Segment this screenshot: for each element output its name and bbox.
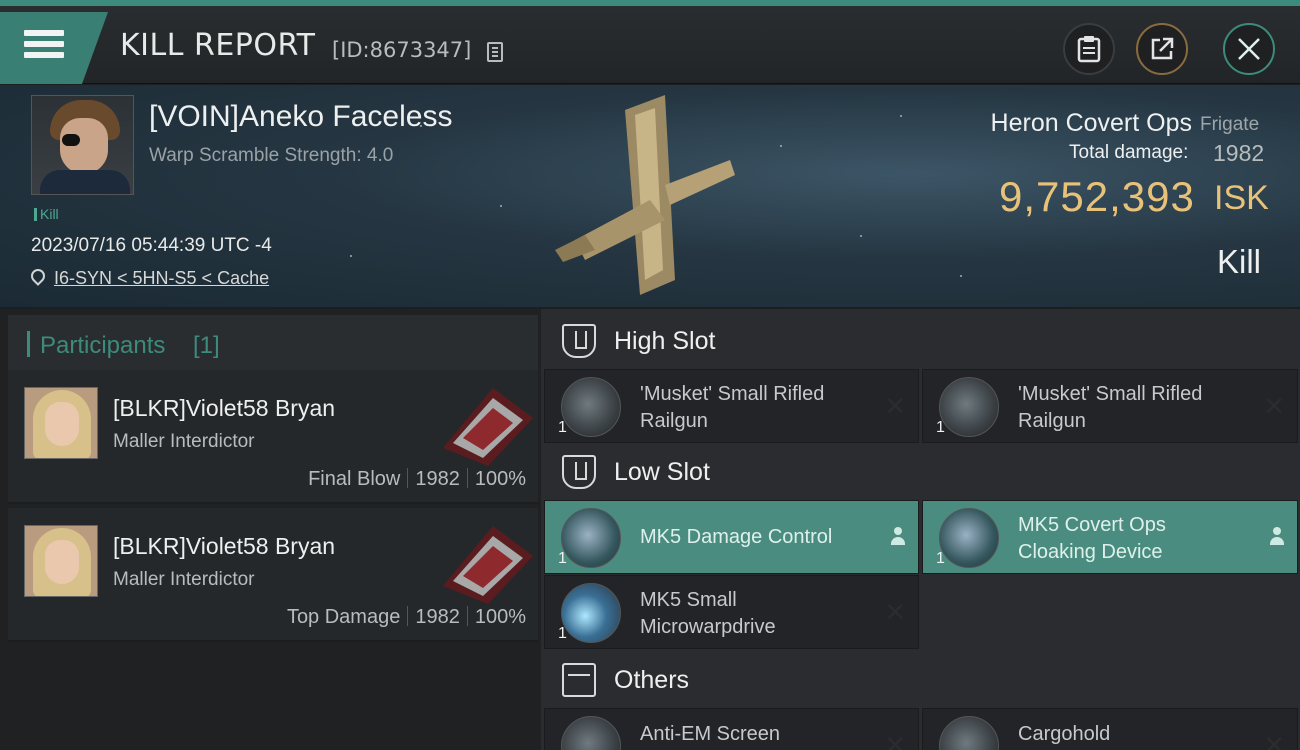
others-label: Others [614, 666, 690, 694]
destroyed-icon: ✕ [884, 730, 906, 750]
total-damage-label: Total damage: [1069, 142, 1189, 163]
participant-ship: Maller Interdictor [113, 569, 255, 590]
participant-damage: 1982 [415, 606, 460, 628]
result-label: Kill [1217, 243, 1262, 280]
module-name: 'Musket' Small Rifled Railgun [1018, 383, 1203, 432]
victim-ship-name: Heron Covert Ops [990, 109, 1192, 137]
destroyed-icon: ✕ [884, 597, 906, 627]
total-damage-value: 1982 [1213, 140, 1265, 166]
railgun-icon [939, 377, 999, 437]
participant-avatar [24, 387, 98, 459]
module-item[interactable]: 1 'Musket' Small Rifled Railgun ✕ [922, 369, 1298, 443]
victim-ship-image [555, 95, 735, 295]
menu-button[interactable] [0, 12, 108, 84]
participant-card[interactable]: [BLKR]Violet58 Bryan Maller Interdictor … [8, 370, 538, 504]
share-button[interactable] [1136, 23, 1188, 75]
low-slot-icon [562, 455, 596, 489]
participants-header: Participants [1] [8, 315, 538, 371]
high-slot-icon [562, 324, 596, 358]
module-item[interactable]: Cargohold ✕ [922, 708, 1298, 750]
kill-location-link[interactable]: I6-SYN < 5HN-S5 < Cache [54, 268, 269, 289]
module-quantity: 1 [558, 419, 567, 436]
participant-card[interactable]: [BLKR]Violet58 Bryan Maller Interdictor … [8, 508, 538, 642]
module-item[interactable]: 1 MK5 Covert Ops Cloaking Device [922, 500, 1298, 574]
victim-name[interactable]: [VOIN]Aneko Faceless [149, 100, 452, 134]
module-quantity: 1 [558, 625, 567, 642]
close-button[interactable] [1223, 23, 1275, 75]
module-item[interactable]: 1 'Musket' Small Rifled Railgun ✕ [544, 369, 919, 443]
clipboard-icon [1077, 36, 1101, 63]
destroyed-icon: ✕ [884, 391, 906, 421]
participant-stats: Final Blow 1982 100% [308, 468, 526, 491]
cargo-box-icon [562, 663, 596, 697]
low-slot-section: Low Slot [544, 442, 1300, 502]
location-pin-icon [28, 266, 48, 286]
page-title: KILL REPORT [120, 28, 316, 63]
high-slot-label: High Slot [614, 327, 716, 355]
damage-control-icon [561, 508, 621, 568]
participants-panel: Participants [1] [BLKR]Violet58 Bryan Ma… [0, 309, 541, 750]
hamburger-menu-icon [24, 30, 64, 63]
participant-name: [BLKR]Violet58 Bryan [113, 533, 336, 559]
high-slot-section: High Slot [544, 311, 1300, 371]
module-quantity: 1 [936, 419, 945, 436]
participant-ship-image [443, 526, 533, 604]
dropped-icon [891, 527, 905, 547]
participant-percent: 100% [474, 606, 526, 628]
participants-label: Participants [40, 332, 166, 359]
module-name: MK5 Small Microwarpdrive [640, 589, 776, 638]
cloaking-device-icon [939, 508, 999, 568]
destroyed-icon: ✕ [1263, 391, 1285, 421]
close-icon [1238, 38, 1260, 60]
screen-icon [561, 716, 621, 750]
module-item[interactable]: Anti-EM Screen ✕ [544, 708, 919, 750]
victim-avatar[interactable] [31, 95, 134, 195]
module-name: 'Musket' Small Rifled Railgun [640, 383, 825, 432]
cargohold-icon [939, 716, 999, 750]
participants-count: [1] [193, 332, 220, 359]
kill-datetime: 2023/07/16 05:44:39 UTC -4 [31, 235, 272, 256]
module-quantity: 1 [936, 550, 945, 567]
fittings-panel: High Slot 1 'Musket' Small Rifled Railgun… [541, 309, 1300, 750]
kill-tag: Kill [34, 206, 59, 222]
participant-ship-image [443, 388, 533, 466]
microwarpdrive-icon [561, 583, 621, 643]
participant-stats: Top Damage 1982 100% [287, 606, 526, 629]
participant-name: [BLKR]Violet58 Bryan [113, 395, 336, 421]
participant-role: Final Blow [308, 468, 401, 490]
module-name: Cargohold [1018, 723, 1111, 745]
victim-panel: [VOIN]Aneko Faceless Warp Scramble Stren… [0, 85, 1300, 307]
share-icon [1151, 37, 1174, 60]
module-quantity: 1 [558, 550, 567, 567]
participant-damage: 1982 [415, 468, 460, 490]
low-slot-label: Low Slot [614, 458, 710, 486]
module-name: MK5 Damage Control [640, 526, 833, 548]
report-id: [ID:8673347] [332, 38, 472, 62]
dropped-icon [1270, 527, 1284, 547]
isk-unit: ISK [1214, 179, 1269, 217]
copy-icon[interactable] [487, 42, 503, 62]
module-name: Anti-EM Screen [640, 723, 781, 745]
others-section: Others [544, 650, 1300, 710]
warp-scramble-strength: Warp Scramble Strength: 4.0 [149, 145, 394, 166]
module-item[interactable]: 1 MK5 Small Microwarpdrive ✕ [544, 575, 919, 649]
clipboard-button[interactable] [1063, 23, 1115, 75]
header-bar: KILL REPORT [ID:8673347] [0, 6, 1300, 84]
participant-avatar [24, 525, 98, 597]
participant-ship: Maller Interdictor [113, 431, 255, 452]
destroyed-icon: ✕ [1263, 730, 1285, 750]
module-name: MK5 Covert Ops Cloaking Device [1018, 514, 1166, 563]
participant-role: Top Damage [286, 606, 401, 628]
participant-percent: 100% [474, 468, 526, 490]
victim-ship-class: Frigate [1200, 114, 1260, 135]
railgun-icon [561, 377, 621, 437]
module-item[interactable]: 1 MK5 Damage Control [544, 500, 919, 574]
isk-value: 9,752,393 [999, 173, 1195, 220]
